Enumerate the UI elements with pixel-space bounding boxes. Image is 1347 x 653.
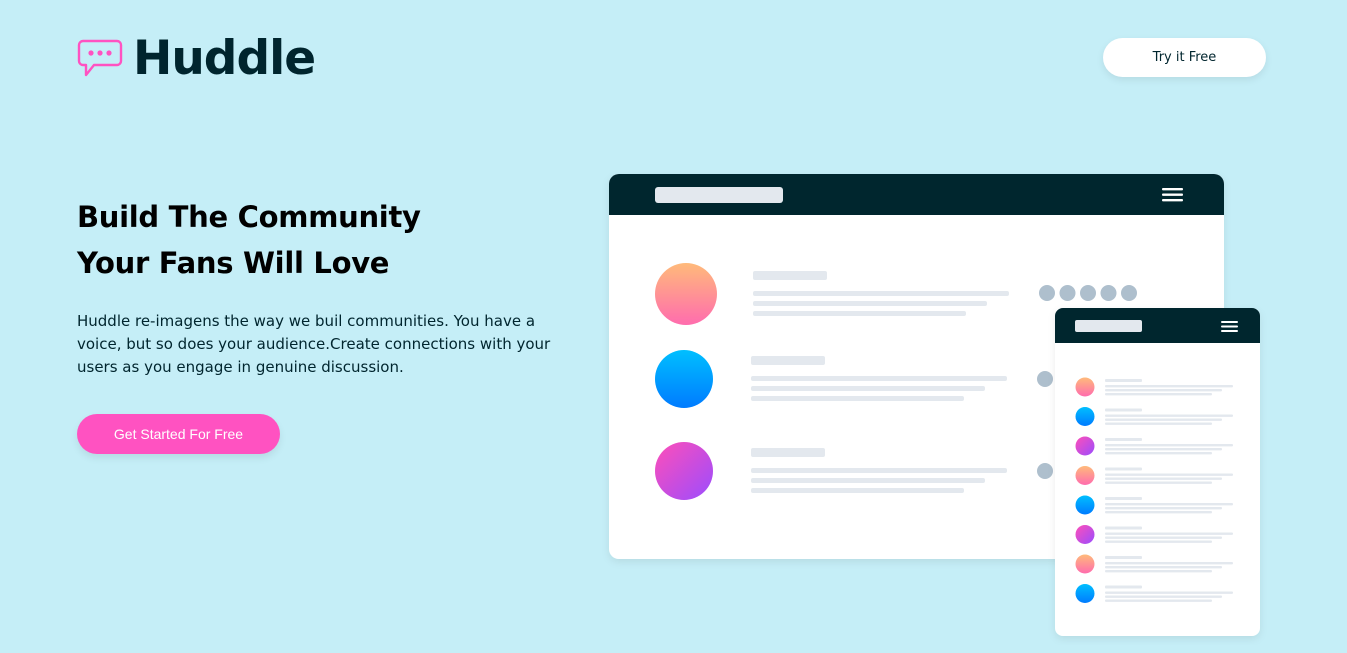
hero-description: Huddle re-imagens the way we buil commun… xyxy=(77,312,551,376)
hero-illustration xyxy=(609,174,1260,636)
brand-name: Huddle xyxy=(133,31,316,86)
chat-bubble-icon xyxy=(77,39,123,77)
headline-line-1: Build The Community xyxy=(77,200,421,234)
get-started-button[interactable]: Get Started For Free xyxy=(77,414,280,454)
mobile-window-mockup xyxy=(1055,308,1260,636)
hamburger-menu-icon xyxy=(1162,188,1183,202)
headline-line-2: Your Fans Will Love xyxy=(77,246,390,280)
try-free-button[interactable]: Try it Free xyxy=(1103,38,1266,77)
brand-logo[interactable]: Huddle xyxy=(77,31,316,86)
page-title: Build The Community Your Fans Will Love xyxy=(77,194,557,286)
